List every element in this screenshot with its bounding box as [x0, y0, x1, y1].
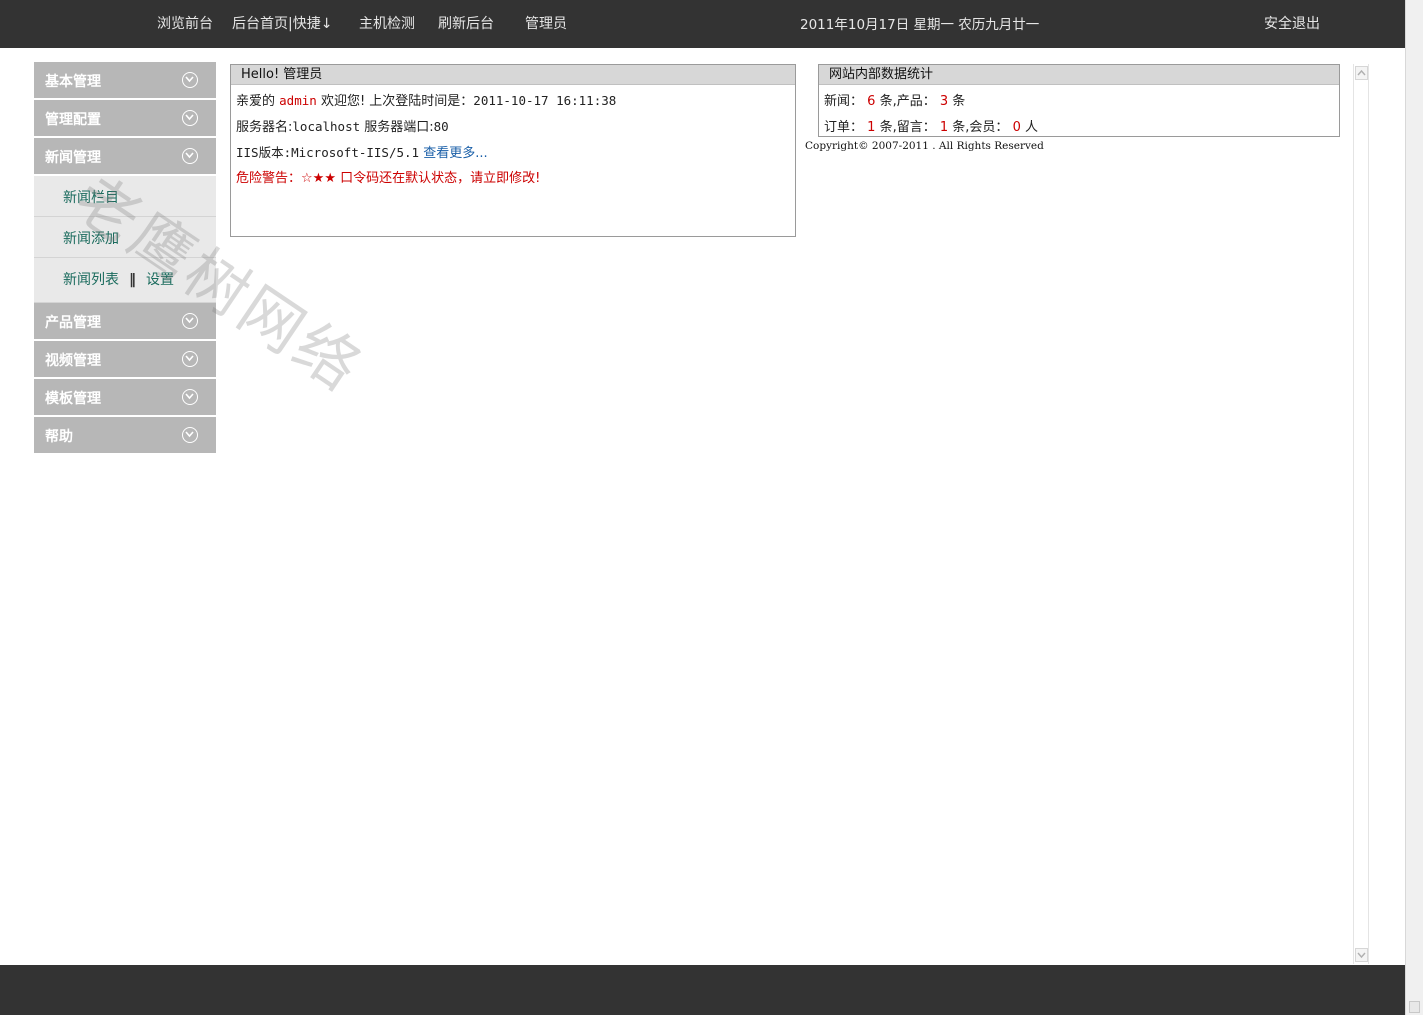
scroll-down-icon[interactable] — [1355, 948, 1368, 962]
news-settings-link[interactable]: 设置 — [146, 272, 174, 288]
submenu-item-news-category: 新闻栏目 — [34, 176, 216, 217]
sidebar-section-label: 管理配置 — [45, 112, 101, 128]
chevron-down-icon — [182, 389, 198, 405]
logout-link[interactable]: 安全退出 — [1264, 13, 1320, 33]
server-port: 80 — [433, 119, 449, 134]
sidebar-section-template[interactable]: 模板管理 — [34, 379, 216, 417]
warning-prefix: 危险警告： — [236, 171, 302, 186]
sidebar-section-label: 视频管理 — [45, 353, 101, 369]
nav-browse-frontend[interactable]: 浏览前台 — [157, 13, 213, 33]
separator: ‖ — [129, 272, 136, 288]
iis-label: IIS版本: — [236, 145, 292, 160]
server-port-label: 服务器端口: — [364, 120, 434, 135]
server-name: localhost — [292, 119, 361, 134]
sidebar-menu: 基本管理 管理配置 新闻管理 新闻栏目 新闻添加 新闻列表 ‖ 设置 产品管理 视频… — [34, 62, 216, 455]
sidebar-section-video[interactable]: 视频管理 — [34, 341, 216, 379]
submenu-item-news-list: 新闻列表 ‖ 设置 — [34, 258, 216, 303]
submenu-item-news-add: 新闻添加 — [34, 217, 216, 258]
last-login-time: 2011-10-17 16:11:38 — [473, 93, 617, 108]
product-count: 3 — [939, 94, 949, 109]
chevron-down-icon — [182, 72, 198, 88]
sidebar-section-product[interactable]: 产品管理 — [34, 303, 216, 341]
content-scrollbar[interactable] — [1353, 64, 1369, 964]
nav-refresh-backend[interactable]: 刷新后台 — [438, 13, 494, 33]
server-line: 服务器名:localhost 服务器端口:80 — [236, 116, 449, 135]
chevron-down-icon — [182, 427, 198, 443]
sidebar-section-label: 基本管理 — [45, 74, 101, 90]
news-list-row: 新闻列表 ‖ 设置 — [63, 269, 174, 289]
sidebar-section-config[interactable]: 管理配置 — [34, 100, 216, 138]
warning-stars-icon: ☆★★ — [301, 171, 336, 186]
sidebar-section-help[interactable]: 帮助 — [34, 417, 216, 455]
sidebar-section-label: 新闻管理 — [45, 150, 101, 166]
welcome-panel: Hello! 管理员 亲爱的 admin 欢迎您! 上次登陆时间是：2011-1… — [230, 64, 796, 237]
sidebar-section-basic[interactable]: 基本管理 — [34, 62, 216, 100]
warning-text: 口令码还在默认状态，请立即修改! — [340, 171, 541, 186]
page-scrollbar[interactable] — [1405, 0, 1423, 1015]
unit-label: 人 — [1024, 120, 1038, 135]
message-count: 1 — [939, 120, 949, 135]
page-scroll-down-icon[interactable] — [1409, 1001, 1420, 1013]
news-submenu: 新闻栏目 新闻添加 新闻列表 ‖ 设置 — [34, 176, 216, 303]
greet-suffix: 欢迎您! 上次登陆时间是： — [320, 94, 474, 109]
sidebar-section-label: 帮助 — [45, 429, 73, 445]
member-count: 0 — [1012, 120, 1021, 135]
order-label: 订单： — [824, 120, 864, 135]
nav-backend-home[interactable]: 后台首页|快捷↓ — [232, 13, 332, 33]
chevron-down-icon — [182, 313, 198, 329]
product-label: 条,产品： — [879, 94, 936, 109]
stats-line-order-message-member: 订单： 1 条,留言： 1 条,会员： 0 人 — [824, 116, 1038, 135]
chevron-down-icon — [182, 148, 198, 164]
footer-bar — [0, 965, 1405, 1015]
warning-line: 危险警告：☆★★ 口令码还在默认状态，请立即修改! — [236, 167, 540, 186]
sidebar-section-label: 模板管理 — [45, 391, 101, 407]
member-label: 条,会员： — [952, 120, 1009, 135]
view-more-link[interactable]: 查看更多... — [423, 146, 487, 161]
chevron-down-icon — [182, 110, 198, 126]
copyright-text: Copyright© 2007-2011 . All Rights Reserv… — [805, 140, 1044, 152]
username: admin — [279, 93, 317, 108]
date-display: 2011年10月17日 星期一 农历九月廿一 — [800, 17, 1040, 33]
chevron-down-icon — [182, 351, 198, 367]
stats-panel: 网站内部数据统计 新闻： 6 条,产品： 3 条 订单： 1 条,留言： 1 条… — [818, 64, 1340, 137]
nav-admin[interactable]: 管理员 — [525, 13, 567, 33]
iis-version: Microsoft-IIS/5.1 — [291, 145, 420, 160]
nav-host-check[interactable]: 主机检测 — [359, 13, 415, 33]
scroll-up-icon[interactable] — [1355, 66, 1368, 80]
sidebar-section-label: 产品管理 — [45, 315, 101, 331]
top-nav-bar: 浏览前台 后台首页|快捷↓ 主机检测 刷新后台 管理员 2011年10月17日 … — [0, 0, 1405, 48]
stats-panel-title: 网站内部数据统计 — [819, 65, 1339, 85]
unit-label: 条 — [952, 94, 966, 109]
news-list-link[interactable]: 新闻列表 — [63, 272, 119, 288]
news-add-link[interactable]: 新闻添加 — [63, 228, 119, 248]
news-count: 6 — [867, 94, 876, 109]
sidebar-section-news[interactable]: 新闻管理 — [34, 138, 216, 176]
news-label: 新闻： — [824, 94, 864, 109]
message-label: 条,留言： — [879, 120, 936, 135]
news-category-link[interactable]: 新闻栏目 — [63, 187, 119, 207]
welcome-line: 亲爱的 admin 欢迎您! 上次登陆时间是：2011-10-17 16:11:… — [236, 90, 616, 109]
server-name-label: 服务器名: — [236, 120, 293, 135]
iis-line: IIS版本:Microsoft-IIS/5.1 查看更多... — [236, 142, 488, 161]
welcome-panel-title: Hello! 管理员 — [231, 65, 795, 85]
stats-line-news-product: 新闻： 6 条,产品： 3 条 — [824, 90, 965, 109]
greet-prefix: 亲爱的 — [236, 94, 276, 109]
order-count: 1 — [867, 120, 876, 135]
